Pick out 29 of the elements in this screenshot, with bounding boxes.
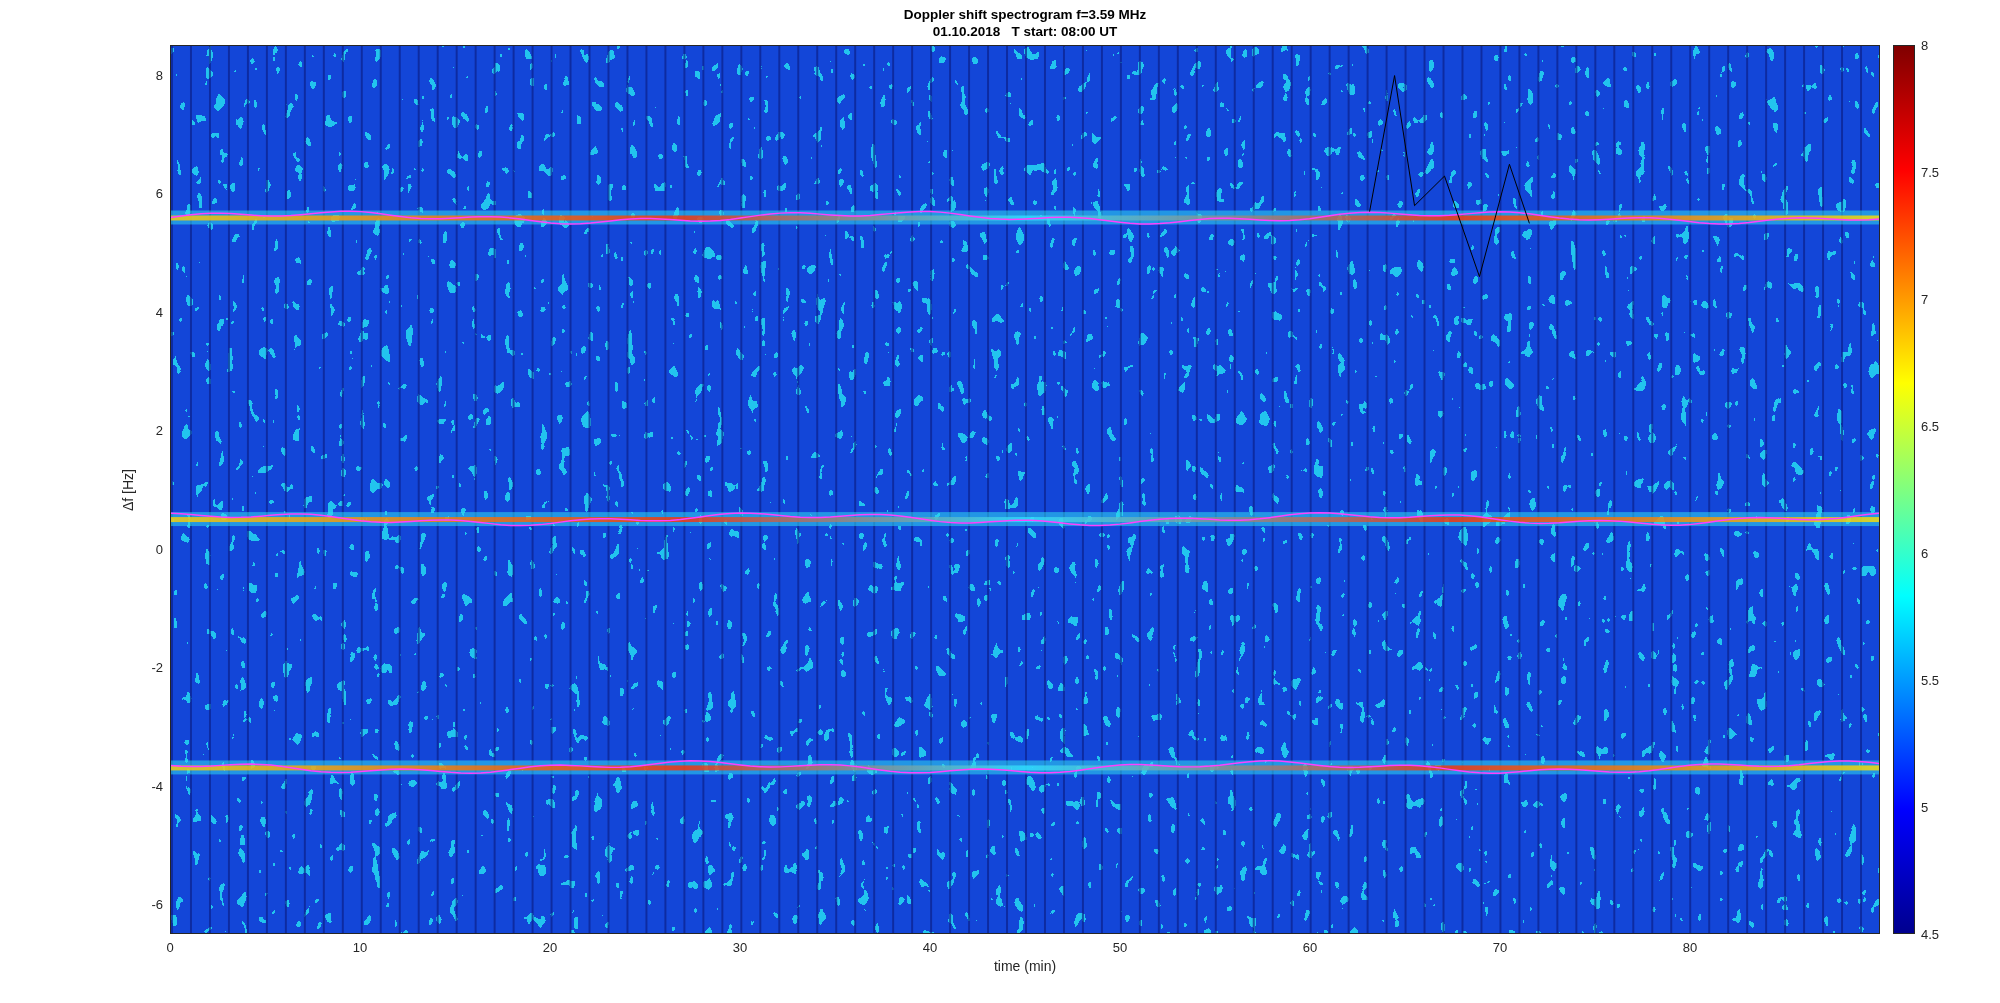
colorbar-tick-label: 5.5 xyxy=(1921,672,1940,688)
colorbar-tick-label: 4.5 xyxy=(1921,926,1940,942)
y-tick-label: 0 xyxy=(155,541,163,557)
y-axis-label: Δf [Hz] xyxy=(120,468,136,511)
x-tick-label: 20 xyxy=(542,940,558,955)
colorbar-tick-label: 8 xyxy=(1921,37,1929,53)
y-tick-label: -2 xyxy=(151,659,163,675)
x-tick-label: 80 xyxy=(1682,940,1698,955)
x-tick-label: 70 xyxy=(1492,940,1508,955)
chart-title: Doppler shift spectrogram f=3.59 MHz xyxy=(903,5,1147,23)
x-tick-label: 40 xyxy=(922,940,938,955)
y-tick-label: 4 xyxy=(155,304,163,320)
x-tick-label: 60 xyxy=(1302,940,1318,955)
x-tick-label: 30 xyxy=(732,940,748,955)
chart-title: 01.10.2018 T start: 08:00 UT xyxy=(932,22,1118,40)
colorbar-tick-label: 6.5 xyxy=(1921,418,1940,434)
y-tick-label: 8 xyxy=(155,67,163,83)
y-tick-label: -6 xyxy=(151,896,163,912)
x-tick-label: 10 xyxy=(352,940,368,955)
y-tick-label: 2 xyxy=(155,422,163,438)
x-tick-label: 0 xyxy=(166,940,174,955)
colorbar-tick-label: 7 xyxy=(1921,291,1929,307)
colorbar-tick-label: 7.5 xyxy=(1921,164,1940,180)
colorbar-tick-label: 5 xyxy=(1921,799,1929,815)
y-tick-label: 6 xyxy=(155,185,163,201)
colorbar-tick-label: 6 xyxy=(1921,545,1929,561)
x-axis-label: time (min) xyxy=(992,958,1058,974)
y-tick-label: -4 xyxy=(151,778,163,794)
x-tick-label: 50 xyxy=(1112,940,1128,955)
